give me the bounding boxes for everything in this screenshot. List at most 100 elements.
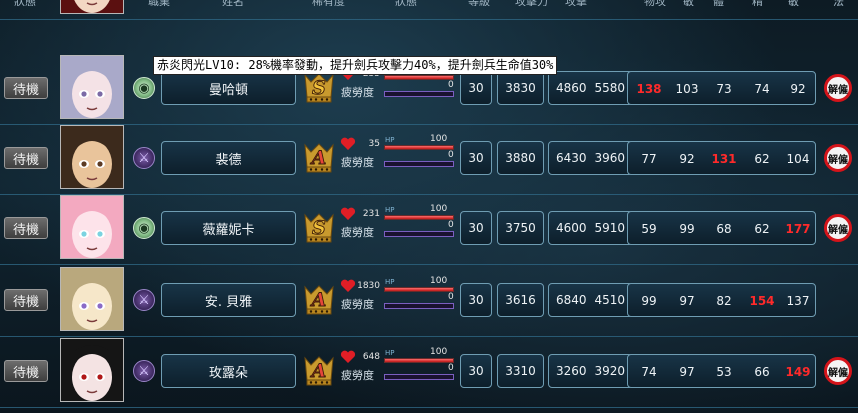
stat-value-1: 97 bbox=[679, 294, 695, 308]
avatar[interactable] bbox=[60, 125, 124, 189]
avatar[interactable] bbox=[60, 55, 124, 119]
hp-current: 648 bbox=[362, 352, 380, 362]
unit-row: 待機 ⚔ 安. 貝雅 A 1830 HP 100 疲勞度 0 30 3616 6… bbox=[0, 265, 858, 337]
hp-max: 100 bbox=[430, 276, 448, 286]
rarity-rank-icon: A bbox=[302, 141, 336, 175]
svg-text:A: A bbox=[310, 289, 327, 311]
attack-b: 4510 bbox=[594, 293, 626, 307]
stat-value-4: 92 bbox=[790, 82, 806, 96]
status-button[interactable]: 待機 bbox=[4, 217, 48, 239]
stat-value-4: 137 bbox=[786, 294, 810, 308]
avatar[interactable] bbox=[60, 195, 124, 259]
svg-text:A: A bbox=[310, 360, 327, 382]
avatar[interactable] bbox=[60, 0, 124, 14]
stat-value-0: 74 bbox=[641, 365, 657, 379]
status-button[interactable]: 待機 bbox=[4, 360, 48, 382]
stat-value-3: 62 bbox=[754, 152, 770, 166]
level-cell: 30 bbox=[460, 283, 492, 317]
status-button[interactable]: 待機 bbox=[4, 289, 48, 311]
fatigue-bar bbox=[384, 161, 454, 167]
unit-name[interactable]: 曼哈頓 bbox=[161, 71, 296, 105]
hp-current: 35 bbox=[368, 139, 380, 149]
stat-value-3: 66 bbox=[754, 365, 770, 379]
fatigue-value: 0 bbox=[448, 80, 454, 90]
hp-tag: HP bbox=[385, 349, 395, 357]
unit-name[interactable]: 安. 貝雅 bbox=[161, 283, 296, 317]
stat-value-1: 92 bbox=[679, 152, 695, 166]
fatigue-bar bbox=[384, 374, 454, 380]
unit-row: 待機 ⚔ 玫露朵 A 648 HP 100 疲勞度 0 30 3310 3260… bbox=[0, 336, 858, 408]
hp-current: 231 bbox=[362, 209, 380, 219]
dismiss-button[interactable]: 解僱 bbox=[824, 74, 852, 102]
unit-row: 待機 ◉ 薇蘿妮卡 S 231 HP 100 疲勞度 0 30 3750 460… bbox=[0, 193, 858, 265]
stats-box: 59 99 68 62 177 bbox=[627, 211, 816, 245]
rarity-rank-icon: S bbox=[302, 71, 336, 105]
hp-max: 100 bbox=[430, 204, 448, 214]
svg-text:S: S bbox=[312, 217, 326, 239]
fatigue-label: 疲勞度 bbox=[341, 86, 374, 99]
fatigue-bar bbox=[384, 231, 454, 237]
skill-tooltip: 赤炎閃光LV10: 28%機率發動，提升劍兵攻擊力40%，提升劍兵生命值30% bbox=[153, 56, 558, 75]
fatigue-value: 0 bbox=[448, 150, 454, 160]
avatar[interactable] bbox=[60, 267, 124, 331]
dismiss-button[interactable]: 解僱 bbox=[824, 144, 852, 172]
hp-bar bbox=[384, 145, 454, 150]
hp-bar bbox=[384, 358, 454, 363]
stat-value-1: 103 bbox=[675, 82, 699, 96]
status-button[interactable]: 待機 bbox=[4, 147, 48, 169]
level-cell: 30 bbox=[460, 71, 492, 105]
unit-row: 待機 ⚔ 裴德 A 35 HP 100 疲勞度 0 30 3880 6430 39… bbox=[0, 123, 858, 195]
stat-value-1: 99 bbox=[679, 222, 695, 236]
power-cell: 3830 bbox=[497, 71, 544, 105]
svg-text:A: A bbox=[310, 147, 327, 169]
attack-b: 5910 bbox=[594, 221, 626, 235]
stats-box: 99 97 82 154 137 bbox=[627, 283, 816, 317]
sword-class-icon: ⚔ bbox=[133, 360, 155, 382]
stat-value-0: 59 bbox=[641, 222, 657, 236]
stat-value-2: 53 bbox=[716, 365, 732, 379]
level-cell: 30 bbox=[460, 141, 492, 175]
shield-class-icon: ◉ bbox=[133, 77, 155, 99]
stat-value-2: 73 bbox=[716, 82, 732, 96]
stat-value-3: 135 bbox=[745, 0, 779, 1]
status-button[interactable]: 待機 bbox=[4, 77, 48, 99]
dismiss-button[interactable]: 解僱 bbox=[824, 214, 852, 242]
attack-a: 6430 bbox=[555, 151, 587, 165]
fatigue-value: 0 bbox=[448, 363, 454, 373]
fatigue-label: 疲勞度 bbox=[341, 156, 374, 169]
dismiss-button[interactable]: 解僱 bbox=[824, 357, 852, 385]
avatar[interactable] bbox=[60, 338, 124, 402]
unit-name[interactable]: 玫露朵 bbox=[161, 354, 296, 388]
stat-value-0: 77 bbox=[641, 152, 657, 166]
fatigue-label: 疲勞度 bbox=[341, 226, 374, 239]
stat-value-2: 68 bbox=[716, 222, 732, 236]
rarity-rank-icon: A bbox=[302, 354, 336, 388]
stat-value-0: 99 bbox=[641, 294, 657, 308]
stat-value-0: 138 bbox=[636, 82, 662, 96]
attack-cell: 6840 4510 bbox=[548, 283, 633, 317]
stats-box: 138 103 73 74 92 bbox=[627, 71, 816, 105]
stat-value-4: 104 bbox=[786, 152, 810, 166]
stats-box: 74 97 53 66 149 bbox=[627, 354, 816, 388]
unit-name[interactable]: 薇蘿妮卡 bbox=[161, 211, 296, 245]
power-cell: 3880 bbox=[497, 141, 544, 175]
fatigue-value: 0 bbox=[448, 220, 454, 230]
stat-value-1: 91 bbox=[670, 0, 704, 1]
stat-value-1: 97 bbox=[679, 365, 695, 379]
attack-a: 4600 bbox=[555, 221, 587, 235]
rarity-rank-icon: S bbox=[302, 211, 336, 245]
stat-value-4: 149 bbox=[785, 365, 811, 379]
svg-text:S: S bbox=[312, 77, 326, 99]
attack-a: 6840 bbox=[555, 293, 587, 307]
fatigue-label: 疲勞度 bbox=[341, 298, 374, 311]
stat-value-3: 154 bbox=[749, 294, 775, 308]
fatigue-value: 0 bbox=[448, 292, 454, 302]
attack-a: 4860 bbox=[555, 81, 587, 95]
stat-value-2: 82 bbox=[716, 294, 732, 308]
sword-class-icon: ⚔ bbox=[133, 147, 155, 169]
hp-tag: HP bbox=[385, 278, 395, 286]
attack-b: 3920 bbox=[594, 364, 626, 378]
unit-name[interactable]: 裴德 bbox=[161, 141, 296, 175]
attack-b: 5580 bbox=[594, 81, 626, 95]
hp-bar bbox=[384, 215, 454, 220]
